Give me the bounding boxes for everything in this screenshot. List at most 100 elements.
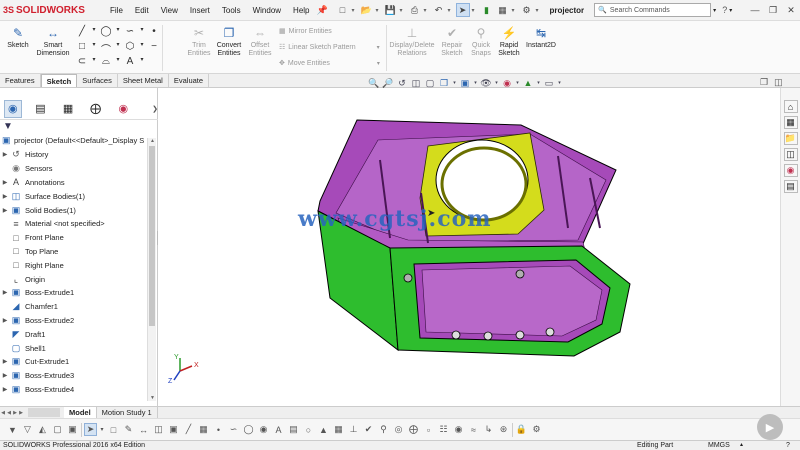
display-delete-relations-button[interactable]: ⊥ Display/Delete Relations — [388, 25, 436, 58]
filter-point-icon[interactable]: • — [212, 425, 225, 435]
tree-item[interactable]: ≡ Material <not specified> — [0, 217, 148, 231]
scrollbar-thumb[interactable] — [149, 146, 155, 326]
expand-arrow-icon[interactable]: ▶ — [0, 193, 10, 200]
filter-dowel-icon[interactable]: ◉ — [452, 424, 465, 435]
line-dropdown-icon[interactable]: ▾ — [88, 26, 100, 33]
spline-icon[interactable]: ∽ — [124, 26, 136, 37]
tree-item[interactable]: ⌞ Origin — [0, 272, 148, 286]
filter-surface-finish-icon[interactable]: ✔ — [362, 424, 375, 435]
centerline-icon[interactable]: − — [148, 41, 160, 52]
tree-item[interactable]: ▶ ▣ Cut-Extrude1 — [0, 355, 148, 369]
tree-item[interactable]: □ Top Plane — [0, 245, 148, 259]
edit-appearance-icon[interactable]: ◉ — [501, 78, 513, 89]
filter-gtol-icon[interactable]: ⊥ — [347, 424, 360, 435]
menu-tools[interactable]: Tools — [216, 6, 247, 15]
display-style-icon[interactable]: ▣ — [459, 78, 471, 89]
file-properties-icon[interactable]: ▦ — [496, 3, 510, 17]
filter-hole-icon[interactable]: ◎ — [392, 424, 405, 435]
move-entities-button[interactable]: ✥ Move Entities ▾ — [279, 59, 380, 68]
tab-surfaces[interactable]: Surfaces — [77, 74, 118, 87]
arc-icon[interactable]: ⌒ — [100, 41, 112, 56]
solidworks-resources-icon[interactable]: ⌂ — [783, 100, 798, 113]
circle-dropdown-icon[interactable]: ▾ — [112, 26, 124, 33]
scroll-down-icon[interactable]: ▼ — [148, 395, 157, 401]
circle-icon[interactable]: ◯ — [100, 26, 112, 37]
pin-icon[interactable]: 📌 — [316, 3, 330, 17]
linear-pattern-dropdown-icon[interactable]: ▾ — [377, 44, 380, 51]
tree-item[interactable]: ▶ ▣ Boss-Extrude1 — [0, 286, 148, 300]
hide-show-items-icon[interactable]: 👁 — [480, 78, 492, 89]
line-icon[interactable]: ╱ — [76, 26, 88, 37]
expand-arrow-icon[interactable]: ▶ — [0, 289, 10, 296]
filter-vertices-icon[interactable]: □ — [107, 425, 120, 435]
move-dropdown-icon[interactable]: ▾ — [377, 60, 380, 67]
new-document-icon[interactable]: □ — [336, 3, 350, 17]
unit-system-selector[interactable]: MMGS — [708, 441, 730, 450]
filter-all-icon[interactable]: ◭ — [36, 424, 49, 435]
feature-manager-tree-icon[interactable]: ◉ — [4, 99, 22, 118]
filter-block-icon[interactable]: ▫ — [422, 425, 435, 435]
close-icon[interactable]: ✕ — [782, 5, 800, 16]
filter-lock-icon[interactable]: 🔒 — [515, 424, 528, 435]
tree-item[interactable]: ◤ Draft1 — [0, 327, 148, 341]
filter-toggle-icon[interactable]: ▼ — [6, 425, 19, 435]
filter-centermark-icon[interactable]: ⨁ — [407, 424, 420, 435]
last-tab-icon[interactable]: ▶ — [18, 410, 24, 416]
design-library-icon[interactable]: ▦ — [783, 116, 798, 129]
tree-item[interactable]: ▶ ↺ History — [0, 148, 148, 162]
menu-view[interactable]: View — [155, 6, 184, 15]
search-dropdown-icon[interactable]: ▾ — [713, 7, 716, 14]
quick-snaps-button[interactable]: ⚲ Quick Snaps — [468, 25, 494, 58]
text-dropdown-icon[interactable]: ▾ — [136, 56, 148, 63]
print-dropdown-icon[interactable]: ▾ — [424, 7, 430, 14]
fillet-icon[interactable]: ⌓ — [100, 56, 112, 67]
tree-item[interactable]: ▶ ▣ Boss-Extrude3 — [0, 369, 148, 383]
restore-icon[interactable]: ❐ — [764, 5, 782, 16]
save-dropdown-icon[interactable]: ▾ — [400, 7, 406, 14]
tab-motion-study-1[interactable]: Motion Study 1 — [97, 407, 158, 418]
filter-balloon-icon[interactable]: ○ — [302, 425, 315, 435]
display-manager-icon[interactable]: ◉ — [114, 100, 132, 118]
instant2d-button[interactable]: ↹ Instant2D — [523, 25, 559, 50]
filter-dimension-icon[interactable]: ↔ — [137, 425, 150, 435]
minimize-icon[interactable]: — — [746, 5, 764, 16]
menu-insert[interactable]: Insert — [184, 6, 216, 15]
filter-edges-icon[interactable]: ▢ — [51, 424, 64, 435]
fillet-dropdown-icon[interactable]: ▾ — [112, 56, 124, 63]
trim-entities-button[interactable]: ✂ Trim Entities — [186, 25, 212, 58]
dynamic-annotation-icon[interactable]: ▢ — [424, 78, 436, 89]
linear-sketch-pattern-button[interactable]: ☷ Linear Sketch Pattern ▾ — [279, 43, 380, 52]
display-style-dropdown-icon[interactable]: ▾ — [473, 80, 478, 86]
filter-note-icon[interactable]: ▤ — [287, 424, 300, 435]
offset-entities-button[interactable]: ⇔ Offset Entities — [246, 25, 274, 58]
menu-window[interactable]: Window — [247, 6, 287, 15]
open-dropdown-icon[interactable]: ▾ — [376, 7, 382, 14]
filter-datum-icon[interactable]: ▦ — [332, 424, 345, 435]
tab-features[interactable]: Features — [0, 74, 41, 87]
menu-help[interactable]: Help — [287, 6, 315, 15]
tree-item[interactable]: ▶ ▣ Boss-Extrude4 — [0, 383, 148, 397]
options-gear-icon[interactable]: ⚙ — [520, 3, 534, 17]
custom-properties-icon[interactable]: ▤ — [783, 180, 798, 193]
viewport-split-icon[interactable]: ◫ — [774, 77, 783, 88]
filter-icon[interactable]: ▼ — [3, 121, 13, 132]
menu-edit[interactable]: Edit — [129, 6, 155, 15]
filter-silhouette-icon[interactable]: ◉ — [257, 424, 270, 435]
tree-item[interactable]: ▶ ◫ Surface Bodies(1) — [0, 189, 148, 203]
solidworks-logo[interactable]: 3S SOLIDWORKS — [0, 5, 104, 16]
apply-scene-dropdown-icon[interactable]: ▾ — [536, 80, 541, 86]
expand-arrow-icon[interactable]: ▶ — [0, 207, 10, 214]
slot-dropdown-icon[interactable]: ▾ — [88, 56, 100, 63]
select-dropdown-icon[interactable]: ▾ — [99, 426, 105, 433]
tree-item[interactable]: ▶ ▣ Boss-Extrude2 — [0, 314, 148, 328]
filter-weldbead-icon[interactable]: ≈ — [467, 425, 480, 435]
expand-arrow-icon[interactable]: ▶ — [0, 372, 10, 379]
filter-plane-icon[interactable]: ▦ — [197, 424, 210, 435]
help-dropdown-icon[interactable]: ▾ — [729, 7, 732, 14]
filter-axis-icon[interactable]: ╱ — [182, 424, 195, 435]
expand-arrow-icon[interactable]: ▶ — [0, 386, 10, 393]
tab-model[interactable]: Model — [64, 407, 97, 418]
feature-tree-scrollbar[interactable]: ▲ ▼ — [147, 138, 156, 401]
filter-mate-icon[interactable]: ⊛ — [497, 424, 510, 435]
apply-scene-icon[interactable]: ▲ — [522, 78, 534, 88]
